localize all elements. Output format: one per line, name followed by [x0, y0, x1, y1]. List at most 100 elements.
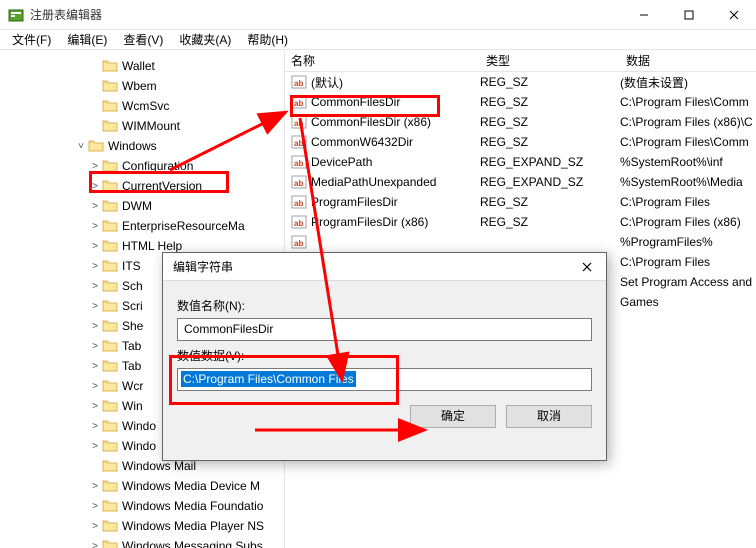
- svg-text:ab: ab: [294, 159, 303, 168]
- tree-expander-icon[interactable]: >: [88, 521, 102, 532]
- tree-expander-icon[interactable]: >: [88, 481, 102, 492]
- tree-expander-icon[interactable]: >: [88, 281, 102, 292]
- tree-expander-icon[interactable]: >: [88, 161, 102, 172]
- tree-item-label: Windows Mail: [122, 459, 196, 473]
- col-header-type[interactable]: 类型: [480, 52, 620, 69]
- tree-expander-icon[interactable]: >: [88, 181, 102, 192]
- list-row[interactable]: abMediaPathUnexpandedREG_EXPAND_SZ%Syste…: [285, 172, 756, 192]
- tree-expander-icon[interactable]: >: [88, 321, 102, 332]
- folder-icon: [102, 259, 118, 273]
- cell-data: (数值未设置): [620, 74, 756, 91]
- tree-item-label: Wbem: [122, 79, 157, 93]
- string-value-icon: ab: [291, 214, 307, 230]
- menu-help[interactable]: 帮助(H): [239, 31, 296, 48]
- edit-string-dialog: 编辑字符串 数值名称(N): CommonFilesDir 数值数据(V): C…: [162, 252, 607, 461]
- tree-expander-icon[interactable]: >: [88, 441, 102, 452]
- string-value-icon: ab: [291, 234, 307, 250]
- menu-edit[interactable]: 编辑(E): [59, 31, 115, 48]
- folder-icon: [102, 219, 118, 233]
- tree-expander-icon[interactable]: >: [88, 401, 102, 412]
- tree-item-label: Windows Media Player NS: [122, 519, 264, 533]
- tree-expander-icon[interactable]: >: [88, 361, 102, 372]
- tree-item[interactable]: >DWM: [0, 196, 284, 216]
- tree-expander-icon[interactable]: >: [88, 241, 102, 252]
- svg-text:ab: ab: [294, 79, 303, 88]
- col-header-data[interactable]: 数据: [620, 52, 756, 69]
- list-row[interactable]: ab%ProgramFiles%: [285, 232, 756, 252]
- value-name-field[interactable]: CommonFilesDir: [177, 318, 592, 341]
- folder-icon: [102, 379, 118, 393]
- tree-item[interactable]: WIMMount: [0, 116, 284, 136]
- tree-expander-icon[interactable]: >: [88, 501, 102, 512]
- tree-expander-icon[interactable]: >: [88, 201, 102, 212]
- tree-expander-icon[interactable]: >: [88, 421, 102, 432]
- cell-type: REG_EXPAND_SZ: [480, 175, 620, 189]
- list-row[interactable]: abDevicePathREG_EXPAND_SZ%SystemRoot%\in…: [285, 152, 756, 172]
- tree-expander-icon[interactable]: >: [88, 381, 102, 392]
- minimize-button[interactable]: [621, 0, 666, 30]
- tree-item[interactable]: > CurrentVersion: [0, 176, 284, 196]
- tree-item-label: CurrentVersion: [122, 179, 202, 193]
- menu-view[interactable]: 查看(V): [115, 31, 171, 48]
- list-row[interactable]: abCommonFilesDirREG_SZC:\Program Files\C…: [285, 92, 756, 112]
- tree-item-label: Wcr: [122, 379, 143, 393]
- tree-item[interactable]: >EnterpriseResourceMa: [0, 216, 284, 236]
- dialog-close-button[interactable]: [572, 257, 602, 277]
- tree-item[interactable]: Wallet: [0, 56, 284, 76]
- cell-name: CommonFilesDir: [311, 95, 480, 109]
- folder-icon: [102, 79, 118, 93]
- tree-item-label: Win: [122, 399, 143, 413]
- value-data-field[interactable]: C:\Program Files\Common Files: [177, 368, 592, 391]
- cell-type: REG_EXPAND_SZ: [480, 155, 620, 169]
- folder-icon: [102, 419, 118, 433]
- svg-text:ab: ab: [294, 179, 303, 188]
- cell-data: Games: [620, 295, 756, 309]
- cancel-button[interactable]: 取消: [506, 405, 592, 428]
- tree-item[interactable]: > Windows Media Foundatio: [0, 496, 284, 516]
- tree-item[interactable]: Wbem: [0, 76, 284, 96]
- tree-item[interactable]: >Configuration: [0, 156, 284, 176]
- folder-icon: [102, 359, 118, 373]
- tree-item-label: Scri: [122, 299, 143, 313]
- svg-text:ab: ab: [294, 239, 303, 248]
- tree-expander-icon[interactable]: >: [88, 341, 102, 352]
- cell-data: %SystemRoot%\Media: [620, 175, 756, 189]
- tree-item-label: Windows Media Foundatio: [122, 499, 263, 513]
- tree-item-label: Sch: [122, 279, 143, 293]
- tree-item[interactable]: >Windows Media Device M: [0, 476, 284, 496]
- tree-item[interactable]: >Windows Messaging Subs: [0, 536, 284, 548]
- tree-expander-icon[interactable]: >: [88, 221, 102, 232]
- menu-favorites[interactable]: 收藏夹(A): [171, 31, 239, 48]
- tree-item[interactable]: ˅Windows: [0, 136, 284, 156]
- folder-icon: [102, 479, 118, 493]
- list-row[interactable]: ab(默认)REG_SZ(数值未设置): [285, 72, 756, 92]
- tree-expander-icon[interactable]: >: [88, 301, 102, 312]
- tree-item-label: Tab: [122, 339, 141, 353]
- menubar: 文件(F) 编辑(E) 查看(V) 收藏夹(A) 帮助(H): [0, 30, 756, 50]
- tree-item[interactable]: > Windows Media Player NS: [0, 516, 284, 536]
- tree-expander-icon[interactable]: >: [88, 261, 102, 272]
- cell-name: CommonW6432Dir: [311, 135, 480, 149]
- regedit-icon: [8, 7, 24, 23]
- cell-type: REG_SZ: [480, 215, 620, 229]
- dialog-titlebar[interactable]: 编辑字符串: [163, 253, 606, 281]
- menu-file[interactable]: 文件(F): [4, 31, 59, 48]
- tree-item-label: She: [122, 319, 143, 333]
- folder-icon: [102, 439, 118, 453]
- cell-data: C:\Program Files\Comm: [620, 135, 756, 149]
- close-button[interactable]: [711, 0, 756, 30]
- list-row[interactable]: abCommonFilesDir (x86)REG_SZC:\Program F…: [285, 112, 756, 132]
- maximize-button[interactable]: [666, 0, 711, 30]
- list-row[interactable]: abProgramFilesDir (x86)REG_SZC:\Program …: [285, 212, 756, 232]
- list-row[interactable]: abProgramFilesDirREG_SZC:\Program Files: [285, 192, 756, 212]
- svg-text:ab: ab: [294, 219, 303, 228]
- tree-expander-icon[interactable]: ˅: [74, 141, 88, 152]
- string-value-icon: ab: [291, 134, 307, 150]
- ok-button[interactable]: 确定: [410, 405, 496, 428]
- tree-expander-icon[interactable]: >: [88, 541, 102, 548]
- list-row[interactable]: abCommonW6432DirREG_SZC:\Program Files\C…: [285, 132, 756, 152]
- tree-item[interactable]: WcmSvc: [0, 96, 284, 116]
- folder-icon: [102, 279, 118, 293]
- cell-name: DevicePath: [311, 155, 480, 169]
- col-header-name[interactable]: 名称: [285, 52, 480, 69]
